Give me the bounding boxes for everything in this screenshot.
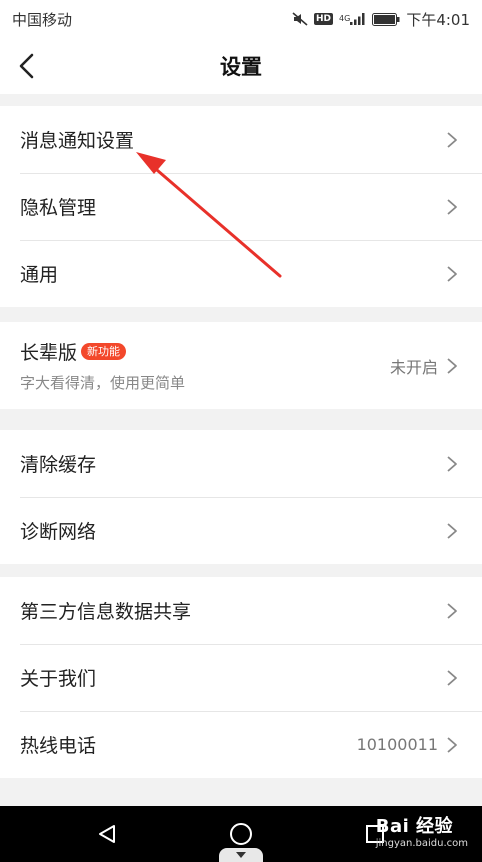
row-diagnose-network[interactable]: 诊断网络: [0, 497, 482, 564]
status-icons: HD 4G 下午4:01: [292, 9, 470, 30]
row-label: 关于我们: [20, 668, 97, 690]
watermark-main: Bai 经验: [375, 816, 454, 837]
chevron-right-icon: [446, 265, 458, 283]
chevron-right-icon: [446, 357, 458, 375]
back-button[interactable]: [18, 48, 58, 84]
settings-group-tools: 清除缓存 诊断网络: [0, 430, 482, 564]
settings-group-elder: 长辈版 新功能 字大看得清，使用更简单 未开启: [0, 322, 482, 409]
row-privacy-management[interactable]: 隐私管理: [0, 173, 482, 240]
elder-mode-labels: 长辈版 新功能 字大看得清，使用更简单: [20, 338, 390, 393]
hotline-number: 10100011: [356, 735, 438, 754]
page-title: 设置: [220, 55, 262, 79]
new-feature-badge: 新功能: [81, 343, 127, 360]
row-label: 隐私管理: [20, 197, 97, 219]
carrier-name: 中国移动: [12, 10, 73, 29]
row-subtitle: 字大看得清，使用更简单: [20, 374, 186, 392]
chevron-right-icon: [446, 455, 458, 473]
watermark-sub: jingyan.baidu.com: [375, 838, 468, 849]
chevron-right-icon: [446, 736, 458, 754]
row-label: 通用: [20, 264, 59, 286]
elder-mode-status: 未开启: [389, 357, 438, 377]
chevron-right-icon: [446, 522, 458, 540]
nav-back-icon: [99, 825, 115, 843]
settings-group-about: 第三方信息数据共享 关于我们 热线电话 10100011: [0, 577, 482, 778]
row-clear-cache[interactable]: 清除缓存: [0, 430, 482, 497]
pull-up-tab[interactable]: [219, 848, 263, 862]
nav-home-icon: [230, 823, 252, 845]
row-about-us[interactable]: 关于我们: [0, 644, 482, 711]
row-general[interactable]: 通用: [0, 240, 482, 307]
nav-bar: 设置: [0, 38, 482, 94]
row-label: 清除缓存: [20, 454, 97, 476]
mute-icon: [292, 12, 308, 26]
back-arrow-icon: [19, 53, 34, 79]
row-notification-settings[interactable]: 消息通知设置: [0, 106, 482, 173]
chevron-right-icon: [446, 131, 458, 149]
row-label: 消息通知设置: [20, 130, 135, 152]
settings-screen: 中国移动 HD 4G 下午4:01 设置 消息通知设置 隐私管理 通用 长辈版 …: [0, 0, 482, 862]
row-label: 第三方信息数据共享: [20, 601, 192, 623]
signal-icon: 4G: [339, 13, 366, 25]
nav-back-button[interactable]: [77, 812, 137, 856]
row-label: 诊断网络: [20, 521, 97, 543]
caret-down-icon: [236, 852, 246, 858]
row-label: 长辈版: [20, 342, 78, 364]
row-elder-mode[interactable]: 长辈版 新功能 字大看得清，使用更简单 未开启: [0, 322, 482, 409]
settings-group-general: 消息通知设置 隐私管理 通用: [0, 106, 482, 307]
chevron-right-icon: [446, 198, 458, 216]
watermark: Bai 经验 jingyan.baidu.com: [376, 812, 468, 849]
battery-icon: [372, 12, 400, 26]
elder-mode-title-line: 长辈版 新功能: [20, 338, 390, 365]
row-third-party-sharing[interactable]: 第三方信息数据共享: [0, 577, 482, 644]
network-type: 4G: [339, 14, 351, 23]
clock: 下午4:01: [406, 10, 470, 29]
hd-badge: HD: [314, 13, 334, 25]
row-hotline[interactable]: 热线电话 10100011: [0, 711, 482, 778]
row-label: 热线电话: [20, 735, 97, 757]
chevron-right-icon: [446, 669, 458, 687]
status-bar: 中国移动 HD 4G 下午4:01: [0, 0, 482, 38]
chevron-right-icon: [446, 602, 458, 620]
